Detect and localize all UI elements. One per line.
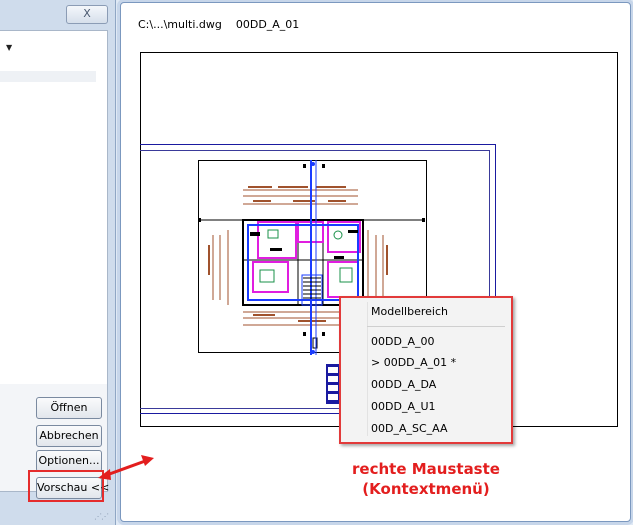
menu-item-model-space[interactable]: Modellbereich xyxy=(371,305,448,318)
open-button[interactable]: Öffnen xyxy=(36,397,102,419)
menu-separator xyxy=(367,326,505,327)
annotation-subtitle: (Kontextmenü) xyxy=(362,480,490,498)
close-icon: X xyxy=(83,7,91,20)
annotation-arrow-icon xyxy=(98,455,154,480)
resize-grip-icon[interactable]: ⋰⋰ xyxy=(94,512,109,521)
close-button[interactable]: X xyxy=(66,5,108,24)
title-block-stamp xyxy=(326,364,340,404)
cancel-button[interactable]: Abbrechen xyxy=(36,425,102,447)
menu-item-layout[interactable]: 00D_A_SC_AA xyxy=(371,422,448,435)
annotation-title: rechte Maustaste xyxy=(352,460,500,478)
dropdown-arrow-icon[interactable]: ▼ xyxy=(6,43,12,52)
preview-button-highlight xyxy=(28,470,104,502)
preview-window-title: C:\...\multi.dwg 00DD_A_01 xyxy=(138,18,300,31)
menu-item-layout[interactable]: 00DD_A_U1 xyxy=(371,400,436,413)
list-header-band xyxy=(0,71,96,82)
menu-icon-gutter xyxy=(367,302,368,436)
file-list-panel[interactable]: ▼ xyxy=(0,30,108,492)
file-open-dialog: X ▼ Öffnen Abbrechen Optionen... Vorscha… xyxy=(0,0,116,525)
menu-item-layout[interactable]: 00DD_A_00 xyxy=(371,335,434,348)
menu-item-layout-current[interactable]: > 00DD_A_01 * xyxy=(371,356,456,369)
menu-item-layout[interactable]: 00DD_A_DA xyxy=(371,378,436,391)
options-button[interactable]: Optionen... xyxy=(36,450,102,472)
layout-context-menu: Modellbereich 00DD_A_00 > 00DD_A_01 * 00… xyxy=(339,296,513,444)
